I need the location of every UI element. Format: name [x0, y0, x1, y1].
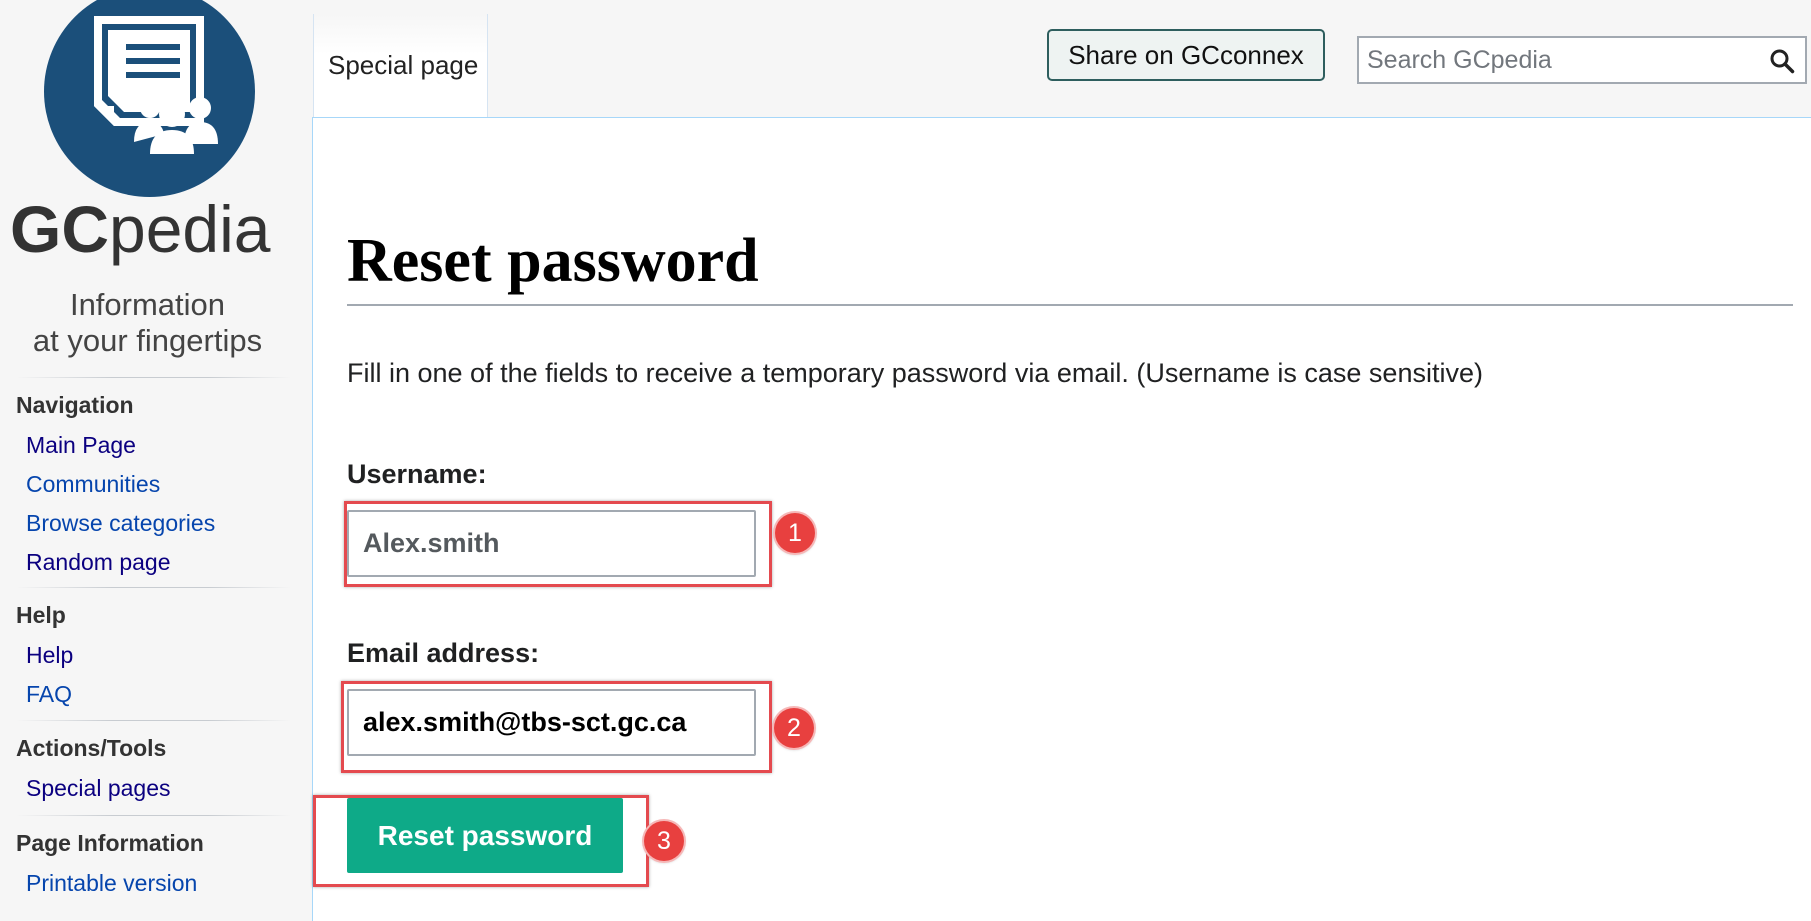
- portal-separator: [16, 720, 291, 721]
- sidebar-item-main-page[interactable]: Main Page: [26, 432, 136, 458]
- document-people-icon: [44, 0, 255, 197]
- logo-tagline-line1: Information: [69, 287, 226, 322]
- main-content: Reset password Fill in one of the fields…: [312, 117, 1811, 921]
- username-field[interactable]: [347, 510, 756, 577]
- portal-page-information: Page Information Printable version: [16, 815, 291, 903]
- page-title: Reset password: [347, 227, 759, 295]
- portal-separator: [16, 587, 291, 588]
- tab-special-page[interactable]: Special page: [313, 14, 488, 118]
- logo-wordmark: GCpedia: [10, 192, 271, 266]
- title-divider: [347, 304, 1793, 306]
- step-badge-1: 1: [775, 513, 815, 553]
- logo-tagline-line2: at your fingertips: [32, 323, 263, 358]
- sidebar-item-special-pages[interactable]: Special pages: [26, 775, 171, 801]
- site-logo-link[interactable]: GCpedia Information at your fingertips: [0, 0, 312, 370]
- portal-navigation: Navigation Main Page Communities Browse …: [16, 377, 291, 582]
- portal-actions-tools: Actions/Tools Special pages: [16, 720, 291, 808]
- sidebar-item-random-page[interactable]: Random page: [26, 549, 171, 575]
- search-box: [1357, 36, 1807, 84]
- intro-text: Fill in one of the fields to receive a t…: [347, 358, 1483, 388]
- sidebar-item-faq[interactable]: FAQ: [26, 681, 72, 707]
- sidebar-item-communities[interactable]: Communities: [26, 471, 160, 497]
- share-on-gcconnex-button[interactable]: Share on GCconnex: [1047, 29, 1325, 81]
- portal-heading-help: Help: [16, 602, 66, 628]
- email-field[interactable]: [347, 689, 756, 756]
- sidebar-item-printable-version[interactable]: Printable version: [26, 870, 197, 896]
- email-label: Email address:: [347, 638, 540, 668]
- reset-password-button[interactable]: Reset password: [347, 798, 623, 873]
- search-icon[interactable]: [1769, 48, 1795, 74]
- step-badge-3: 3: [644, 821, 684, 861]
- sidebar: GCpedia Information at your fingertips N…: [0, 0, 312, 921]
- portal-heading-page-information: Page Information: [16, 830, 204, 856]
- username-label: Username:: [347, 459, 487, 489]
- portal-heading-navigation: Navigation: [16, 392, 134, 418]
- search-input[interactable]: [1359, 44, 1754, 76]
- step-badge-2: 2: [774, 708, 814, 748]
- portal-help: Help Help FAQ: [16, 587, 291, 714]
- portal-separator: [16, 815, 291, 816]
- sidebar-item-browse-categories[interactable]: Browse categories: [26, 510, 215, 536]
- sidebar-item-help[interactable]: Help: [26, 642, 73, 668]
- portal-heading-actions-tools: Actions/Tools: [16, 735, 167, 761]
- portal-separator: [16, 377, 291, 378]
- tab-special-page-label: Special page: [328, 50, 479, 80]
